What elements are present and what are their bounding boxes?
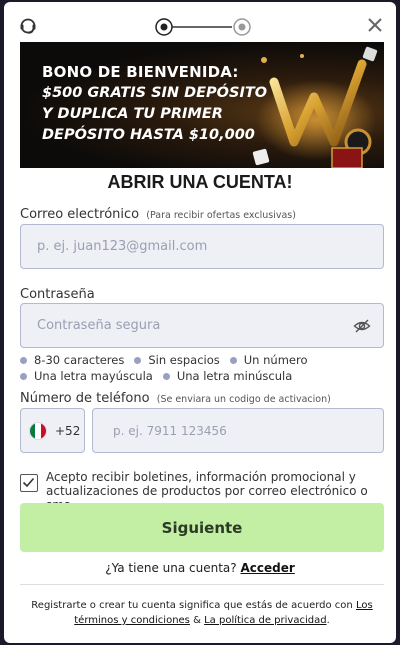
requirement-item: Una letra minúscula bbox=[162, 369, 293, 383]
phone-label-text: Número de teléfono bbox=[20, 391, 150, 406]
casino-w-logo-art bbox=[252, 46, 378, 168]
password-requirements: 8-30 caracteres Sin espacios Un número U… bbox=[20, 352, 390, 384]
requirements-row: Una letra mayúscula Una letra minúscula bbox=[20, 368, 390, 384]
terms-suffix: . bbox=[326, 615, 330, 626]
page-title: ABRIR UNA CUENTA! bbox=[107, 172, 293, 192]
headset-support-icon[interactable] bbox=[18, 16, 38, 36]
password-field[interactable]: Contraseña segura bbox=[20, 303, 384, 348]
modal-header bbox=[4, 2, 396, 42]
checkmark-icon bbox=[22, 477, 35, 488]
consent-checkbox[interactable] bbox=[20, 474, 38, 492]
requirement-text: Una letra minúscula bbox=[176, 369, 293, 383]
email-label: Correo electrónico (Para recibir ofertas… bbox=[20, 207, 296, 222]
login-prompt: ¿Ya tiene una cuenta? bbox=[105, 561, 237, 575]
email-field[interactable]: p. ej. juan123@gmail.com bbox=[20, 224, 384, 269]
bullet-icon bbox=[134, 356, 142, 364]
welcome-bonus-banner: BONO DE BIENVENIDA: $500 GRATIS SIN DEPÓ… bbox=[20, 42, 384, 168]
requirements-row: 8-30 caracteres Sin espacios Un número bbox=[20, 352, 390, 368]
email-hint: (Para recibir ofertas exclusivas) bbox=[146, 210, 296, 221]
divider bbox=[20, 584, 384, 585]
requirement-item: Sin espacios bbox=[134, 353, 220, 367]
phone-hint: (Se enviara un codigo de activacion) bbox=[156, 394, 331, 405]
country-code: +52 bbox=[55, 423, 81, 438]
eye-slash-icon[interactable] bbox=[353, 317, 371, 335]
signup-modal: BONO DE BIENVENIDA: $500 GRATIS SIN DEPÓ… bbox=[4, 2, 396, 643]
close-icon[interactable] bbox=[366, 16, 384, 34]
login-prompt-row: ¿Ya tiene una cuenta? Acceder bbox=[4, 561, 396, 575]
step-progress-indicator bbox=[155, 18, 251, 36]
requirement-item: Un número bbox=[229, 353, 308, 367]
login-link[interactable]: Acceder bbox=[240, 561, 294, 575]
requirement-item: Una letra mayúscula bbox=[20, 369, 153, 383]
mexico-flag-icon bbox=[29, 421, 47, 440]
phone-field[interactable]: p. ej. 7911 123456 bbox=[92, 408, 384, 453]
terms-amp: & bbox=[193, 615, 201, 626]
country-code-select[interactable]: +52 bbox=[20, 408, 85, 453]
password-label: Contraseña bbox=[20, 287, 95, 302]
phone-placeholder: p. ej. 7911 123456 bbox=[113, 423, 227, 438]
bullet-icon bbox=[162, 372, 170, 380]
password-placeholder: Contraseña segura bbox=[37, 318, 161, 333]
email-label-text: Correo electrónico bbox=[20, 207, 140, 222]
bullet-icon bbox=[229, 356, 237, 364]
next-button[interactable]: Siguiente bbox=[20, 503, 384, 552]
requirement-text: Una letra mayúscula bbox=[34, 369, 153, 383]
terms-notice: Registrarte o crear tu cuenta significa … bbox=[28, 598, 376, 628]
email-placeholder: p. ej. juan123@gmail.com bbox=[37, 239, 208, 254]
requirement-text: Sin espacios bbox=[148, 353, 220, 367]
requirement-text: 8-30 caracteres bbox=[34, 353, 125, 367]
requirement-item: 8-30 caracteres bbox=[20, 353, 124, 367]
terms-prefix: Registrarte o crear tu cuenta significa … bbox=[31, 600, 353, 611]
requirement-text: Un número bbox=[243, 353, 308, 367]
privacy-link[interactable]: La política de privacidad bbox=[204, 615, 326, 626]
bullet-icon bbox=[20, 372, 27, 380]
phone-label: Número de teléfono (Se enviara un codigo… bbox=[20, 391, 331, 406]
bullet-icon bbox=[20, 356, 27, 364]
